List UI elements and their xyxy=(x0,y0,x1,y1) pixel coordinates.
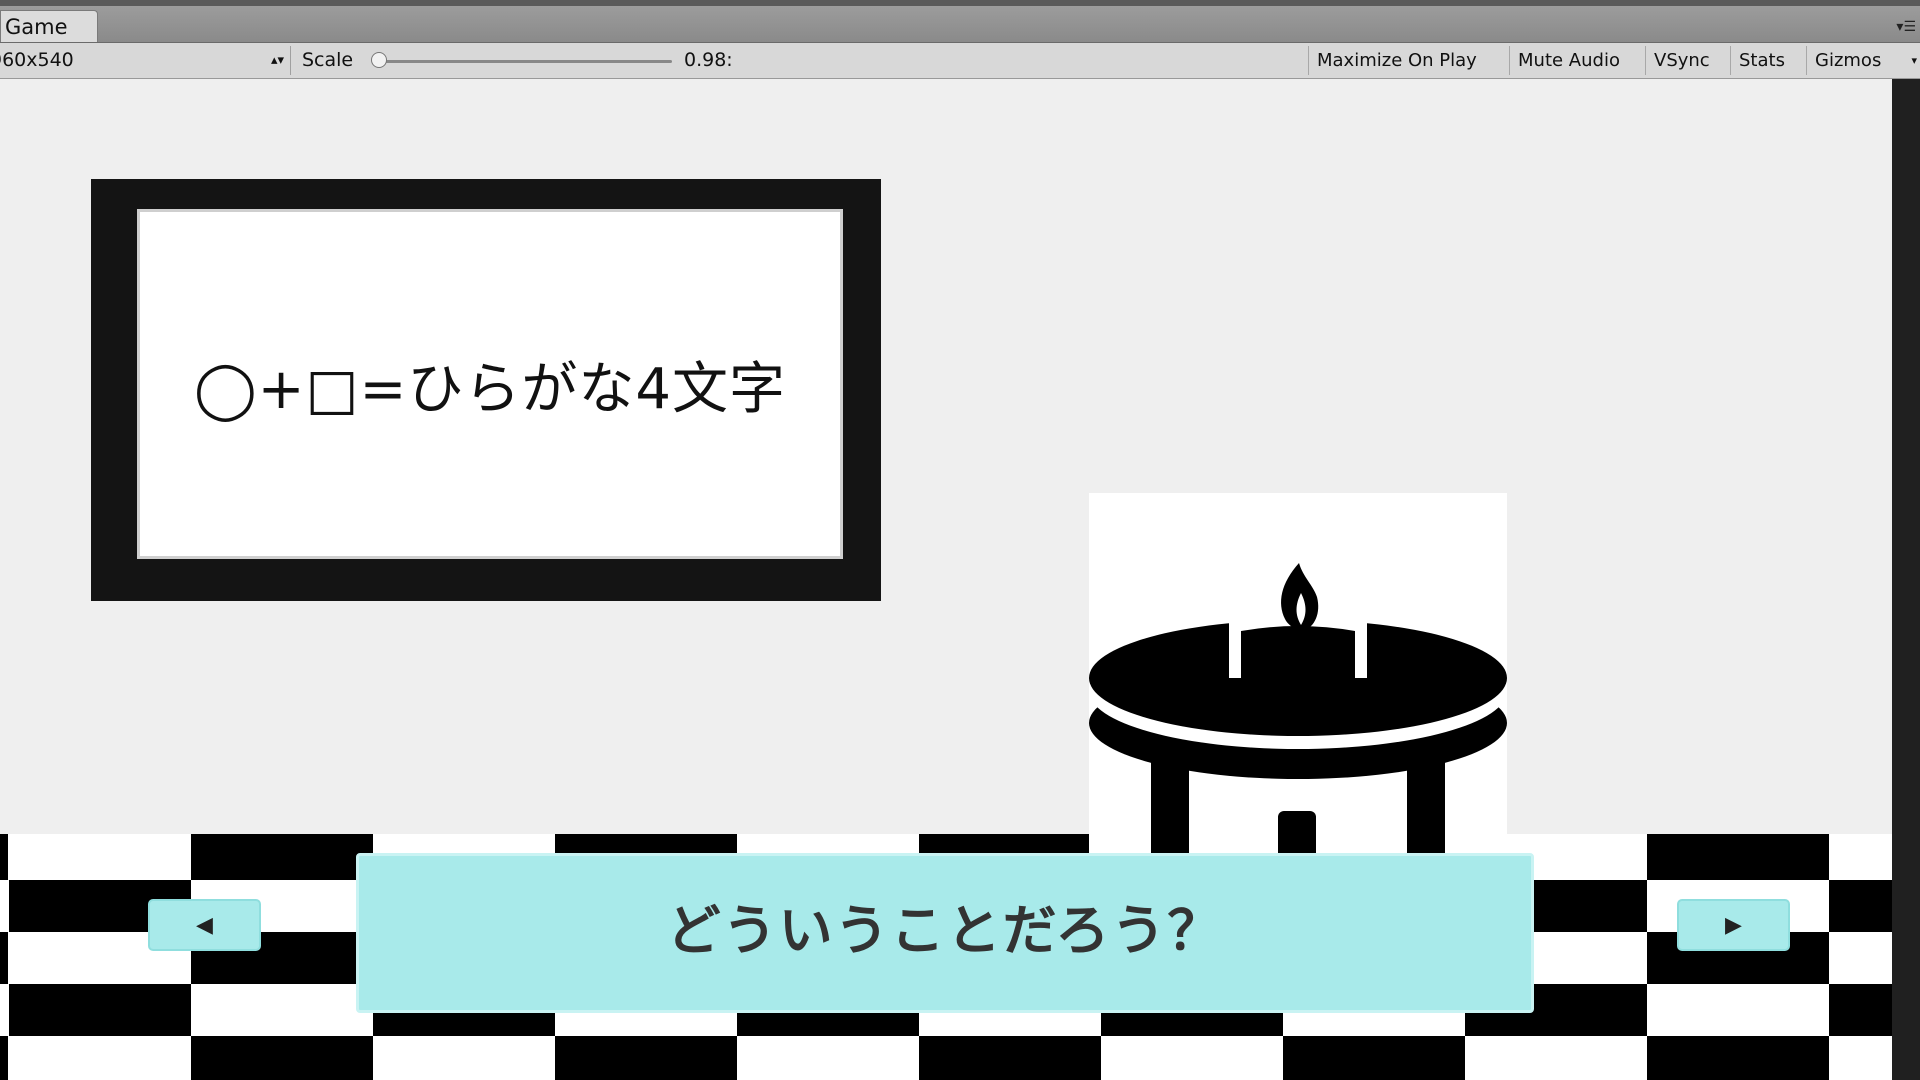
vsync-button[interactable]: VSync xyxy=(1645,46,1718,75)
floor-tile xyxy=(1647,834,1829,880)
scale-label: Scale xyxy=(302,49,354,71)
dialog-text: どういうことだろう？ xyxy=(666,899,1224,962)
scale-slider-handle[interactable] xyxy=(371,52,387,68)
game-viewport[interactable]: ◯+□=ひらがな4文字 どういうことだろう？ ◀ ▶ xyxy=(0,79,1892,1080)
prev-button[interactable]: ◀ xyxy=(148,899,261,951)
candle-body xyxy=(1241,626,1355,681)
scale-value: 0.98: xyxy=(684,49,733,71)
dropdown-arrows-icon: ▴▾ xyxy=(270,53,284,68)
hint-text: ◯+□=ひらがな4文字 xyxy=(193,356,787,422)
floor-tile xyxy=(9,984,191,1036)
panel-menu-icon[interactable]: ▾☰ xyxy=(1896,20,1916,34)
resolution-dropdown[interactable]: 960x540 ▴▾ xyxy=(0,43,288,78)
hint-panel-inner: ◯+□=ひらがな4文字 xyxy=(137,209,843,559)
next-button[interactable]: ▶ xyxy=(1677,899,1790,951)
right-arrow-icon: ▶ xyxy=(1725,912,1742,938)
tab-game[interactable]: Game xyxy=(0,10,98,42)
gizmos-button[interactable]: Gizmos ▾ xyxy=(1806,46,1920,75)
mute-audio-button[interactable]: Mute Audio xyxy=(1509,46,1628,75)
toolbar-divider xyxy=(290,46,291,75)
floor-tile xyxy=(0,932,8,984)
resolution-value: 960x540 xyxy=(0,49,74,71)
game-view-toolbar: 960x540 ▴▾ Scale 0.98: Maximize On Play … xyxy=(0,43,1920,79)
gizmos-label: Gizmos xyxy=(1815,50,1882,71)
floor-tile xyxy=(0,1036,8,1080)
floor-tile xyxy=(919,1036,1101,1080)
stats-button[interactable]: Stats xyxy=(1730,46,1793,75)
floor-tile xyxy=(0,834,8,880)
floor-tile xyxy=(1829,880,1892,932)
floor-tile xyxy=(191,1036,373,1080)
tab-bar: Game ▾☰ xyxy=(0,6,1920,43)
floor-tile xyxy=(555,1036,737,1080)
hint-panel[interactable]: ◯+□=ひらがな4文字 xyxy=(91,179,881,601)
left-arrow-icon: ◀ xyxy=(196,912,213,938)
gizmos-dropdown-icon: ▾ xyxy=(1911,54,1917,67)
floor-tile xyxy=(1283,1036,1465,1080)
floor-tile xyxy=(1647,1036,1829,1080)
floor-tile xyxy=(1829,984,1892,1036)
vertical-scrollbar[interactable] xyxy=(1892,79,1920,1080)
scale-slider-track[interactable] xyxy=(380,60,672,63)
dialog-box[interactable]: どういうことだろう？ xyxy=(356,853,1534,1013)
maximize-on-play-button[interactable]: Maximize On Play xyxy=(1308,46,1485,75)
floor-tile xyxy=(191,834,373,880)
